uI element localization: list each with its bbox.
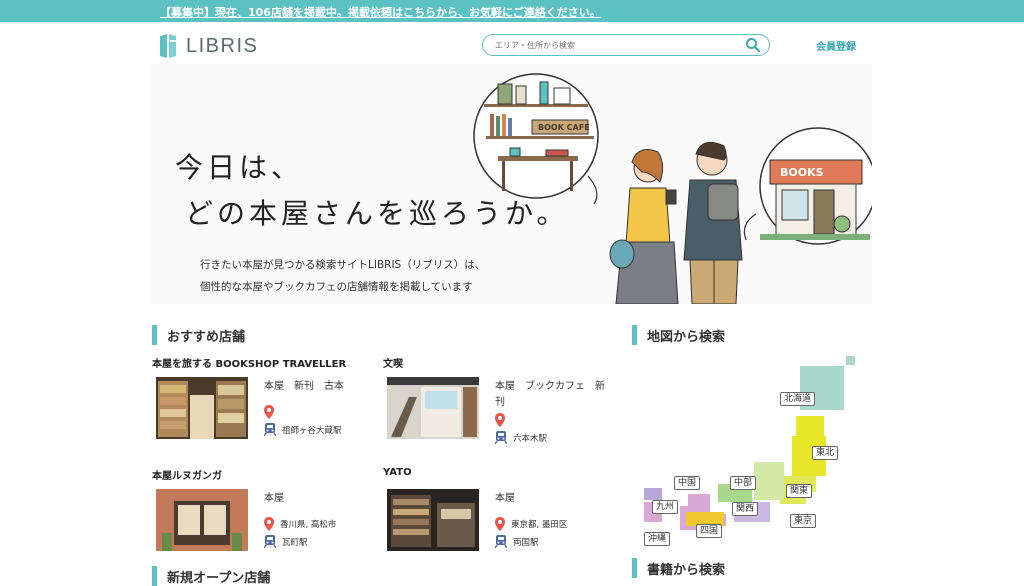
site-logo[interactable]: LIBRIS bbox=[158, 32, 258, 60]
hero-description-line1: 行きたい本屋が見つかる検索サイトLIBRIS（リブリス）は、 bbox=[200, 259, 486, 271]
section-accent-bar bbox=[632, 558, 637, 578]
shop-station: 瓦町駅 bbox=[282, 537, 308, 548]
books-section-title: 書籍から検索 bbox=[632, 558, 725, 578]
recommended-section-title: おすすめ店舗 bbox=[152, 325, 245, 345]
map-section-title: 地図から検索 bbox=[632, 325, 725, 345]
man-figure bbox=[683, 141, 743, 304]
region-tohoku-button[interactable]: 東北 bbox=[812, 446, 839, 460]
books-title-text: 書籍から検索 bbox=[647, 562, 726, 578]
shop-category: 本屋 bbox=[495, 493, 515, 504]
bookcafe-sign: BOOK CAFE bbox=[538, 123, 590, 132]
region-chubu-button[interactable]: 中部 bbox=[730, 476, 757, 490]
shop-name[interactable]: 本屋を旅する BOOKSHOP TRAVELLER bbox=[152, 355, 346, 370]
shop-photo[interactable] bbox=[387, 377, 479, 439]
shop-card-4[interactable]: YATO 本屋 東京都, 墨田区 両国駅 bbox=[383, 467, 603, 567]
shop-address: 香川県, 高松市 bbox=[280, 520, 337, 530]
announcement-link[interactable]: 【募集中】現在、106店舗を掲載中。掲載依頼はこちらから、お気軽にご連絡ください… bbox=[160, 4, 601, 20]
shop-photo[interactable] bbox=[387, 489, 479, 551]
new-open-section-title: 新規オープン店舗 bbox=[152, 566, 270, 586]
shop-station: 両国駅 bbox=[513, 537, 539, 548]
shop-category: 本屋 新刊 古本 bbox=[264, 381, 344, 392]
member-register-link[interactable]: 会員登録 bbox=[816, 38, 856, 53]
shop-address-row: 香川県, 高松市 bbox=[264, 517, 336, 531]
books-sign: BOOKS bbox=[780, 166, 824, 179]
hero-illustration: BOOK CAFE BOOKS bbox=[473, 73, 872, 304]
logo-book-icon bbox=[160, 34, 178, 58]
shop-category: 本屋 ブックカフェ 新刊 bbox=[495, 381, 605, 408]
announcement-bar: 【募集中】現在、106店舗を掲載中。掲載依頼はこちらから、お気軽にご連絡ください… bbox=[0, 0, 1024, 22]
shop-photo[interactable] bbox=[156, 377, 248, 439]
section-accent-bar bbox=[152, 325, 157, 345]
hero-headline-line1: 今日は、 bbox=[175, 151, 304, 184]
hero-description-line2: 個性的な本屋やブックカフェの店舗情報を掲載しています bbox=[200, 281, 473, 293]
shop-address-row bbox=[495, 413, 511, 427]
shop-station-row: 六本木駅 bbox=[495, 431, 547, 444]
shop-address-row bbox=[264, 405, 280, 419]
japan-region-map[interactable]: 北海道 東北 関東 中部 中国 関西 九州 四国 東京 沖縄 bbox=[640, 354, 866, 554]
hero-description: 行きたい本屋が見つかる検索サイトLIBRIS（リブリス）は、 個性的な本屋やブッ… bbox=[200, 254, 485, 298]
recommended-title-text: おすすめ店舗 bbox=[167, 329, 246, 345]
shop-card-3[interactable]: 本屋ルヌガンガ 本屋 香川県, 高松市 瓦町駅 bbox=[152, 467, 372, 567]
region-kansai-button[interactable]: 関西 bbox=[732, 502, 759, 516]
region-chugoku-button[interactable]: 中国 bbox=[674, 476, 701, 490]
train-icon bbox=[264, 423, 276, 436]
region-kyushu-button[interactable]: 九州 bbox=[652, 500, 679, 514]
region-hokkaido-button[interactable]: 北海道 bbox=[780, 392, 816, 406]
train-icon bbox=[495, 535, 507, 548]
shop-station-row: 祖師ヶ谷大蔵駅 bbox=[264, 423, 342, 436]
section-accent-bar bbox=[152, 566, 157, 586]
woman-figure bbox=[609, 149, 679, 304]
map-pin-icon bbox=[495, 413, 505, 427]
shop-category: 本屋 bbox=[264, 493, 284, 504]
shop-address: 東京都, 墨田区 bbox=[511, 520, 568, 530]
search-icon[interactable] bbox=[745, 37, 761, 53]
shop-station-row: 両国駅 bbox=[495, 535, 539, 548]
shop-photo[interactable] bbox=[156, 489, 248, 551]
region-tokyo-button[interactable]: 東京 bbox=[790, 514, 817, 528]
map-pin-icon bbox=[495, 517, 505, 531]
hero-banner: 今日は、 どの本屋さんを巡ろうか。 行きたい本屋が見つかる検索サイトLIBRIS… bbox=[150, 64, 872, 304]
bookstore-scene: BOOKS bbox=[743, 127, 872, 245]
shop-station-row: 瓦町駅 bbox=[264, 535, 308, 548]
bookcafe-scene: BOOK CAFE bbox=[473, 73, 599, 205]
shop-name[interactable]: YATO bbox=[383, 467, 412, 478]
shop-address-row: 東京都, 墨田区 bbox=[495, 517, 567, 531]
shop-station: 祖師ヶ谷大蔵駅 bbox=[282, 425, 342, 436]
logo-text: LIBRIS bbox=[186, 34, 259, 57]
new-open-title-text: 新規オープン店舗 bbox=[167, 570, 271, 586]
shop-card-1[interactable]: 本屋を旅する BOOKSHOP TRAVELLER 本屋 新刊 古本 祖師ヶ谷大… bbox=[152, 355, 372, 455]
region-kanto-button[interactable]: 関東 bbox=[786, 484, 813, 498]
region-okinawa-button[interactable]: 沖縄 bbox=[644, 532, 671, 546]
region-shikoku-button[interactable]: 四国 bbox=[696, 524, 723, 538]
map-pin-icon bbox=[264, 517, 274, 531]
train-icon bbox=[495, 431, 507, 444]
map-pin-icon bbox=[264, 405, 274, 419]
map-title-text: 地図から検索 bbox=[647, 329, 726, 345]
shop-station: 六本木駅 bbox=[513, 433, 548, 444]
shop-card-2[interactable]: 文喫 本屋 ブックカフェ 新刊 六本木駅 bbox=[383, 355, 605, 455]
section-accent-bar bbox=[632, 325, 637, 345]
search-box[interactable] bbox=[482, 34, 770, 56]
shop-name[interactable]: 文喫 bbox=[383, 355, 403, 370]
search-input[interactable] bbox=[495, 37, 735, 53]
shop-name[interactable]: 本屋ルヌガンガ bbox=[152, 467, 222, 482]
train-icon bbox=[264, 535, 276, 548]
